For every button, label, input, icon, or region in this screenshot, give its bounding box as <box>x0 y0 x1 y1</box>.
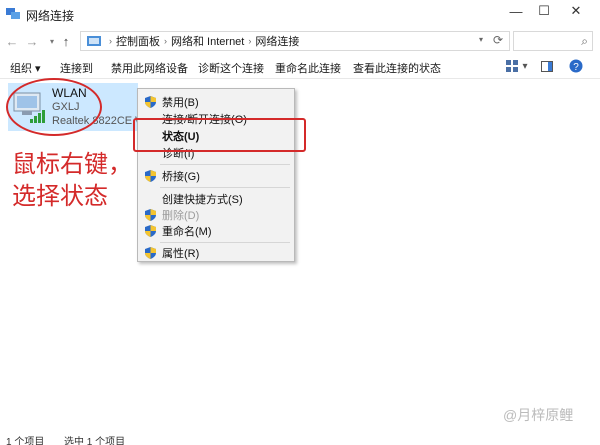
annotation-rectangle <box>133 118 306 152</box>
annotation-ellipse <box>6 78 102 136</box>
view-status-button[interactable]: 查看此连接的状态 <box>353 60 441 76</box>
annotation-line-1: 鼠标右键， <box>12 150 132 178</box>
back-button[interactable]: ← <box>4 32 20 50</box>
menu-separator <box>160 187 290 188</box>
menu-item-label: 属性(R) <box>162 248 200 260</box>
item-count: 1 个项目 <box>6 437 45 445</box>
organize-button[interactable]: 组织 ▾ <box>10 60 41 76</box>
search-input[interactable]: ⌕ <box>513 31 593 51</box>
svg-text:?: ? <box>573 62 579 73</box>
diagnose-button[interactable]: 诊断这个连接 <box>198 60 264 76</box>
status-bar: 1 个项目 选中 1 个项目 <box>0 433 600 445</box>
title-bar: 网络连接 — ☐ ✕ <box>0 0 600 28</box>
breadcrumb-separator: › <box>164 36 167 46</box>
change-view-icon[interactable] <box>505 58 519 74</box>
window-title: 网络连接 <box>26 9 75 23</box>
refresh-icon[interactable]: ⟳ <box>493 33 503 47</box>
menu-item-label: 创建快捷方式(S) <box>162 194 243 206</box>
navigation-row: ← → ▾ ↑ › 控制面板 › 网络和 Internet › 网络连接 ▾ ⟳… <box>0 28 600 54</box>
search-icon: ⌕ <box>581 33 588 48</box>
menu-item-label: 删除(D) <box>162 210 200 222</box>
command-bar: 组织 ▾ 连接到 禁用此网络设备 诊断这个连接 重命名此连接 查看此连接的状态 … <box>0 56 600 78</box>
maximize-button[interactable]: ☐ <box>528 0 560 22</box>
address-bar[interactable]: › 控制面板 › 网络和 Internet › 网络连接 ▾ ⟳ <box>80 31 510 51</box>
rename-button[interactable]: 重命名此连接 <box>275 60 341 76</box>
close-button[interactable]: ✕ <box>560 0 592 22</box>
help-icon[interactable]: ? <box>568 58 584 74</box>
forward-button[interactable]: → <box>24 32 40 50</box>
context-menu: 禁用(B) 连接/断开连接(O) 状态(U) 诊断(I) 桥接(G) 创建快捷方… <box>137 88 295 262</box>
uac-shield-icon <box>145 96 156 108</box>
breadcrumb-separator: › <box>109 36 112 46</box>
address-dropdown-icon[interactable]: ▾ <box>479 35 483 44</box>
connect-to-button[interactable]: 连接到 <box>60 60 93 76</box>
menu-item-disable[interactable]: 禁用(B) <box>138 93 294 111</box>
preview-pane-icon[interactable] <box>540 58 554 74</box>
uac-shield-icon <box>145 247 156 259</box>
network-connections-icon <box>6 8 20 19</box>
annotation-line-2: 选择状态 <box>12 182 108 210</box>
up-button[interactable]: ↑ <box>58 32 74 50</box>
annotation-text: 鼠标右键， 选择状态 <box>12 148 132 212</box>
breadcrumb-separator: › <box>248 36 252 46</box>
selected-count: 选中 1 个项目 <box>64 437 126 445</box>
uac-shield-icon <box>145 225 156 237</box>
uac-shield-icon <box>145 170 156 182</box>
breadcrumb-control-panel[interactable]: 控制面板 <box>116 33 160 49</box>
menu-item-label: 禁用(B) <box>162 97 199 109</box>
menu-item-properties[interactable]: 属性(R) <box>138 244 294 262</box>
control-panel-icon <box>87 36 101 46</box>
breadcrumb-network-connections[interactable]: 网络连接 <box>255 33 299 49</box>
menu-item-bridge[interactable]: 桥接(G) <box>138 167 294 185</box>
menu-separator <box>160 242 290 243</box>
breadcrumb-network-internet[interactable]: 网络和 Internet <box>171 33 244 49</box>
menu-item-label: 桥接(G) <box>162 171 200 183</box>
menu-item-rename[interactable]: 重命名(M) <box>138 222 294 240</box>
uac-shield-icon <box>145 209 156 221</box>
view-dropdown-icon[interactable]: ▾ <box>520 58 530 74</box>
watermark: @月梓原鲤 <box>503 407 574 423</box>
menu-separator <box>160 164 290 165</box>
toolbar-divider <box>0 78 600 79</box>
disable-device-button[interactable]: 禁用此网络设备 <box>111 60 188 76</box>
menu-item-label: 重命名(M) <box>162 226 212 238</box>
